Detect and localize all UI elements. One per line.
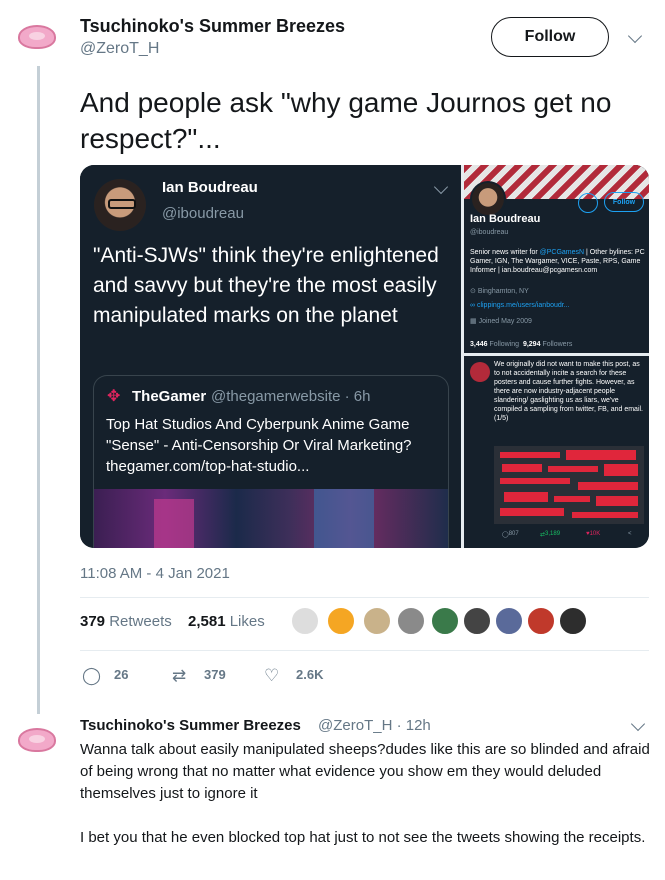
reply-text: Wanna talk about easily manipulated shee… bbox=[80, 739, 650, 849]
profile-follow-button: Follow bbox=[604, 192, 644, 212]
profile-bio: Senior news writer for @PCGamesN | Other… bbox=[470, 248, 646, 275]
website-text: clippings.me/users/ianboudr... bbox=[476, 302, 570, 309]
bio-prefix: Senior news writer for bbox=[470, 249, 540, 256]
liker-avatar[interactable] bbox=[396, 606, 426, 636]
callout-retweets: ⇄ 3,189 bbox=[540, 531, 561, 538]
likes-count: 2,581 bbox=[188, 613, 226, 630]
followers-count: 9,294 bbox=[522, 341, 541, 348]
joined-text: Joined May 2009 bbox=[478, 318, 532, 325]
followers-label: Followers bbox=[542, 341, 573, 348]
thegamer-logo-icon: ✥ bbox=[107, 388, 121, 405]
quote-headline-text: Top Hat Studios And Cyberpunk Anime Game… bbox=[106, 416, 412, 454]
likes-stat[interactable]: 2,581 Likes bbox=[188, 613, 265, 630]
mail-icon bbox=[578, 193, 598, 213]
callout-text: We originally did not want to make this … bbox=[494, 361, 644, 422]
author-name[interactable]: Tsuchinoko's Summer Breezes bbox=[80, 16, 345, 37]
liker-avatar[interactable] bbox=[362, 606, 392, 636]
embedded-author-handle: @iboudreau bbox=[162, 205, 244, 222]
embedded-avatar bbox=[94, 179, 146, 231]
reply-author-avatar[interactable] bbox=[15, 718, 59, 762]
liker-avatar[interactable] bbox=[290, 606, 320, 636]
author-avatar[interactable] bbox=[15, 15, 59, 59]
tweet-timestamp[interactable]: 11:08 AM - 4 Jan 2021 bbox=[80, 565, 230, 582]
embedded-tweet-text: "Anti-SJWs" think they're enlightened an… bbox=[93, 244, 439, 327]
chevron-down-icon[interactable] bbox=[627, 28, 643, 44]
embedded-author-name: Ian Boudreau bbox=[162, 179, 258, 196]
divider bbox=[80, 597, 649, 598]
like-count: 2.6K bbox=[296, 667, 324, 682]
reply-meta[interactable]: @ZeroT_H · 12h bbox=[318, 717, 431, 734]
quote-headline: Top Hat Studios And Cyberpunk Anime Game… bbox=[106, 414, 442, 477]
tweet-media[interactable]: Ian Boudreau @iboudreau "Anti-SJWs" thin… bbox=[80, 165, 649, 548]
callout-screenshot[interactable]: We originally did not want to make this … bbox=[464, 356, 649, 548]
thread-line bbox=[37, 66, 40, 714]
tweet-text: And people ask "why game Journos get no … bbox=[80, 87, 612, 154]
avatar-image bbox=[18, 25, 56, 49]
profile-handle: @iboudreau bbox=[470, 229, 509, 236]
profile-location: ⊙ Binghamton, NY bbox=[470, 288, 529, 295]
liker-avatar[interactable] bbox=[462, 606, 492, 636]
retweet-icon[interactable]: ⇄ bbox=[172, 667, 186, 684]
callout-replies: ◯ 807 bbox=[502, 531, 519, 538]
callout-avatar bbox=[470, 362, 490, 382]
quote-source-meta: @thegamerwebsite · 6h bbox=[211, 388, 371, 405]
liker-avatar[interactable] bbox=[430, 606, 460, 636]
reply-author-name[interactable]: Tsuchinoko's Summer Breezes bbox=[80, 717, 301, 734]
bio-link: @PCGamesN bbox=[539, 249, 585, 256]
retweet-count: 379 bbox=[204, 667, 226, 682]
retweets-count: 379 bbox=[80, 613, 106, 630]
reply-icon[interactable]: ◯ bbox=[82, 667, 101, 684]
like-icon[interactable]: ♡ bbox=[264, 667, 279, 684]
share-icon: < bbox=[628, 531, 632, 537]
profile-joined: ▦ Joined May 2009 bbox=[470, 318, 532, 325]
likes-label: Likes bbox=[229, 613, 265, 630]
liker-avatar[interactable] bbox=[326, 606, 356, 636]
quote-link: thegamer.com/top-hat-studio... bbox=[106, 458, 310, 475]
author-handle[interactable]: @ZeroT_H bbox=[80, 40, 159, 58]
liker-avatar[interactable] bbox=[558, 606, 588, 636]
quote-source-name: TheGamer bbox=[132, 388, 207, 405]
follow-button[interactable]: Follow bbox=[491, 17, 609, 57]
divider bbox=[80, 650, 649, 651]
quote-thumbnail bbox=[94, 489, 448, 548]
liker-avatar[interactable] bbox=[526, 606, 556, 636]
reply-paragraph: I bet you that he even blocked top hat j… bbox=[80, 829, 646, 846]
reply-paragraph: Wanna talk about easily manipulated shee… bbox=[80, 741, 650, 802]
following-label: Following bbox=[489, 341, 520, 348]
profile-avatar bbox=[470, 181, 506, 217]
callout-likes-count: 10K bbox=[589, 531, 601, 537]
profile-follow-counts: 3,446 Following 9,294 Followers bbox=[470, 341, 572, 348]
chevron-down-icon bbox=[433, 179, 449, 195]
profile-website: ∞ clippings.me/users/ianboudr... bbox=[470, 302, 570, 309]
avatar-image bbox=[18, 728, 56, 752]
embedded-tweet-screenshot[interactable]: Ian Boudreau @iboudreau "Anti-SJWs" thin… bbox=[80, 165, 461, 548]
callout-evidence-image bbox=[494, 446, 644, 524]
profile-name: Ian Boudreau bbox=[470, 213, 541, 225]
liker-avatar[interactable] bbox=[494, 606, 524, 636]
callout-likes: ♥ 10K bbox=[586, 531, 601, 537]
reply-count: 26 bbox=[114, 667, 129, 682]
location-text: Binghamton, NY bbox=[477, 288, 529, 295]
callout-replies-count: 807 bbox=[508, 531, 519, 537]
profile-screenshot[interactable]: Follow Ian Boudreau @iboudreau Senior ne… bbox=[464, 165, 649, 353]
quoted-article-card: ✥ TheGamer @thegamerwebsite · 6h Top Hat… bbox=[93, 375, 449, 548]
callout-retweets-count: 3,189 bbox=[545, 531, 561, 537]
retweets-label: Retweets bbox=[109, 613, 172, 630]
chevron-down-icon[interactable] bbox=[630, 716, 646, 732]
retweets-stat[interactable]: 379 Retweets bbox=[80, 613, 172, 630]
following-count: 3,446 bbox=[470, 341, 488, 348]
